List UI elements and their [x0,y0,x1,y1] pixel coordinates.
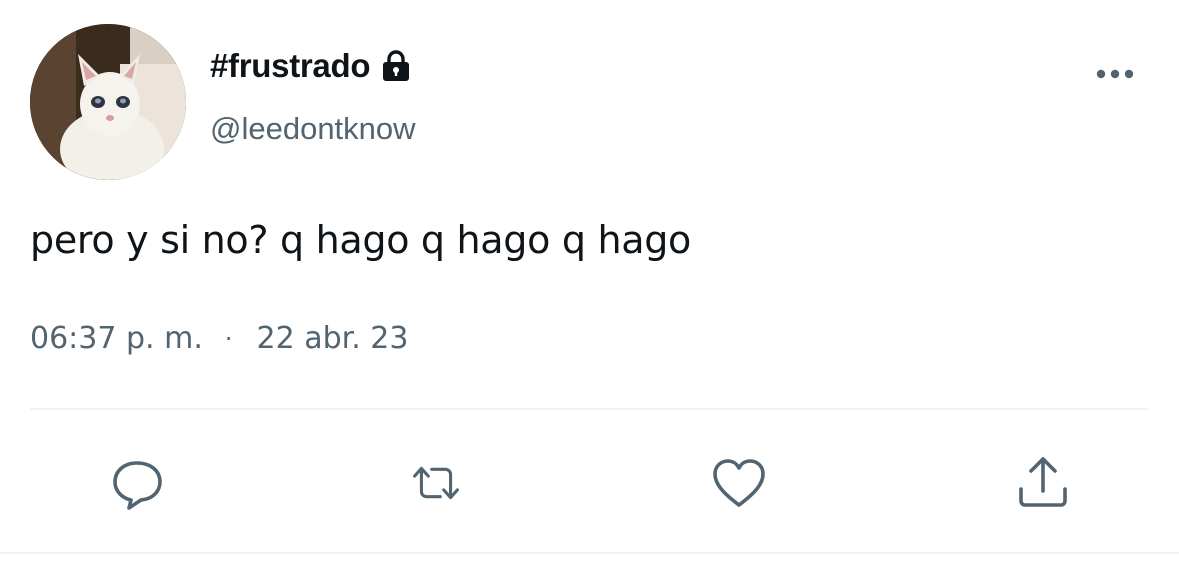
display-name[interactable]: #frustrado [210,47,371,85]
avatar[interactable] [30,24,186,180]
meta-separator: · [224,324,233,353]
reply-button[interactable] [102,448,172,518]
user-handle[interactable]: @leedontknow [210,111,416,147]
cat-avatar-image [30,24,186,180]
more-options-button[interactable] [1092,56,1138,92]
tweet-text: pero y si no? q hago q hago q hago [30,218,691,262]
reply-icon [113,461,162,510]
more-options-icon [1096,69,1134,79]
share-button[interactable] [1008,448,1078,518]
share-icon [1019,457,1067,507]
bottom-divider [0,552,1179,554]
retweet-button[interactable] [401,448,471,518]
tweet-actions-bar [0,448,1179,518]
retweet-icon [413,466,459,500]
heart-icon [713,459,765,507]
divider [30,408,1148,410]
tweet-date[interactable]: 22 abr. 23 [257,321,409,356]
tweet-meta: 06:37 p. m. · 22 abr. 23 [30,321,408,356]
tweet-time[interactable]: 06:37 p. m. [30,321,203,356]
like-button[interactable] [704,448,774,518]
lock-icon [380,49,412,83]
user-name-row: #frustrado [210,44,412,88]
tweet-card: #frustrado @leedontknow pero y si no? q … [0,0,1179,573]
